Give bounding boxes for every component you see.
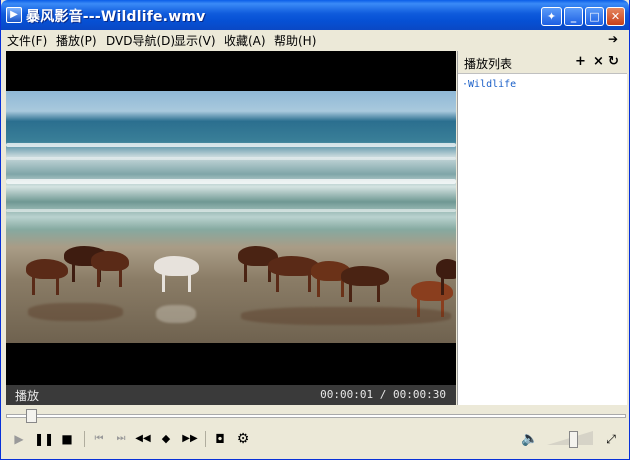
frame-icon[interactable]: ◆ <box>157 430 175 448</box>
status-bar: 播放 00:00:01 / 00:00:30 <box>6 385 456 405</box>
maximize-button[interactable]: □ <box>585 7 604 26</box>
playlist-item[interactable]: ·Wildlife <box>462 79 516 90</box>
camera-icon[interactable]: ◘ <box>211 430 229 448</box>
window-title: 暴风影音---Wildlife.wmv <box>26 9 206 25</box>
time-display: 00:00:01 / 00:00:30 <box>320 388 446 401</box>
seek-track[interactable] <box>6 414 626 418</box>
loop-icon[interactable]: ↻ <box>608 54 619 69</box>
title-bar[interactable]: ▶ 暴风影音---Wildlife.wmv ✦ _ □ ✕ <box>1 0 629 30</box>
menu-bar: 文件(F) 播放(P) DVD导航(D) 显示(V) 收藏(A) 帮助(H) ➔ <box>1 30 629 50</box>
pause-icon[interactable]: ❚❚ <box>34 430 54 448</box>
seek-handle[interactable] <box>26 409 37 423</box>
menu-favorites[interactable]: 收藏(A) <box>224 32 266 49</box>
arrow-right-icon[interactable]: ➔ <box>606 32 620 46</box>
fast-forward-icon[interactable]: ▶▶ <box>181 430 199 448</box>
rewind-icon[interactable]: ◀◀ <box>134 430 152 448</box>
skin-menu-icon[interactable]: ✦ <box>541 7 562 26</box>
playlist-panel: 播放列表 + × ↻ ·Wildlife <box>457 51 627 405</box>
menu-play[interactable]: 播放(P) <box>56 32 97 49</box>
app-icon: ▶ <box>6 7 22 23</box>
volume-handle[interactable] <box>569 431 578 448</box>
playlist-title: 播放列表 <box>464 57 513 71</box>
menu-view[interactable]: 显示(V) <box>174 32 216 49</box>
player-window: ▶ 暴风影音---Wildlife.wmv ✦ _ □ ✕ 文件(F) 播放(P… <box>0 0 630 460</box>
minimize-button[interactable]: _ <box>564 7 583 26</box>
add-icon[interactable]: + <box>575 54 586 69</box>
control-bar: ▶ ❚❚ ■ ⏮ ⏭ ◀◀ ◆ ▶▶ ◘ ⚙ 🔈 ⤢ <box>6 428 626 450</box>
previous-icon[interactable]: ⏮ <box>90 430 108 448</box>
menu-help[interactable]: 帮助(H) <box>274 32 316 49</box>
play-icon[interactable]: ▶ <box>10 430 28 448</box>
volume-slider[interactable] <box>547 431 593 448</box>
seek-bar[interactable] <box>6 408 626 424</box>
remove-icon[interactable]: × <box>593 54 604 69</box>
speaker-icon[interactable]: 🔈 <box>521 430 539 448</box>
playlist-header: 播放列表 + × ↻ <box>458 51 627 74</box>
status-label: 播放 <box>15 389 40 403</box>
stop-icon[interactable]: ■ <box>58 430 76 448</box>
fullscreen-icon[interactable]: ⤢ <box>602 430 620 448</box>
video-frame <box>6 91 456 343</box>
gear-icon[interactable]: ⚙ <box>234 430 252 448</box>
close-button[interactable]: ✕ <box>606 7 625 26</box>
next-icon[interactable]: ⏭ <box>112 430 130 448</box>
menu-file[interactable]: 文件(F) <box>7 32 47 49</box>
video-display[interactable] <box>6 51 456 385</box>
menu-dvd[interactable]: DVD导航(D) <box>106 32 175 49</box>
